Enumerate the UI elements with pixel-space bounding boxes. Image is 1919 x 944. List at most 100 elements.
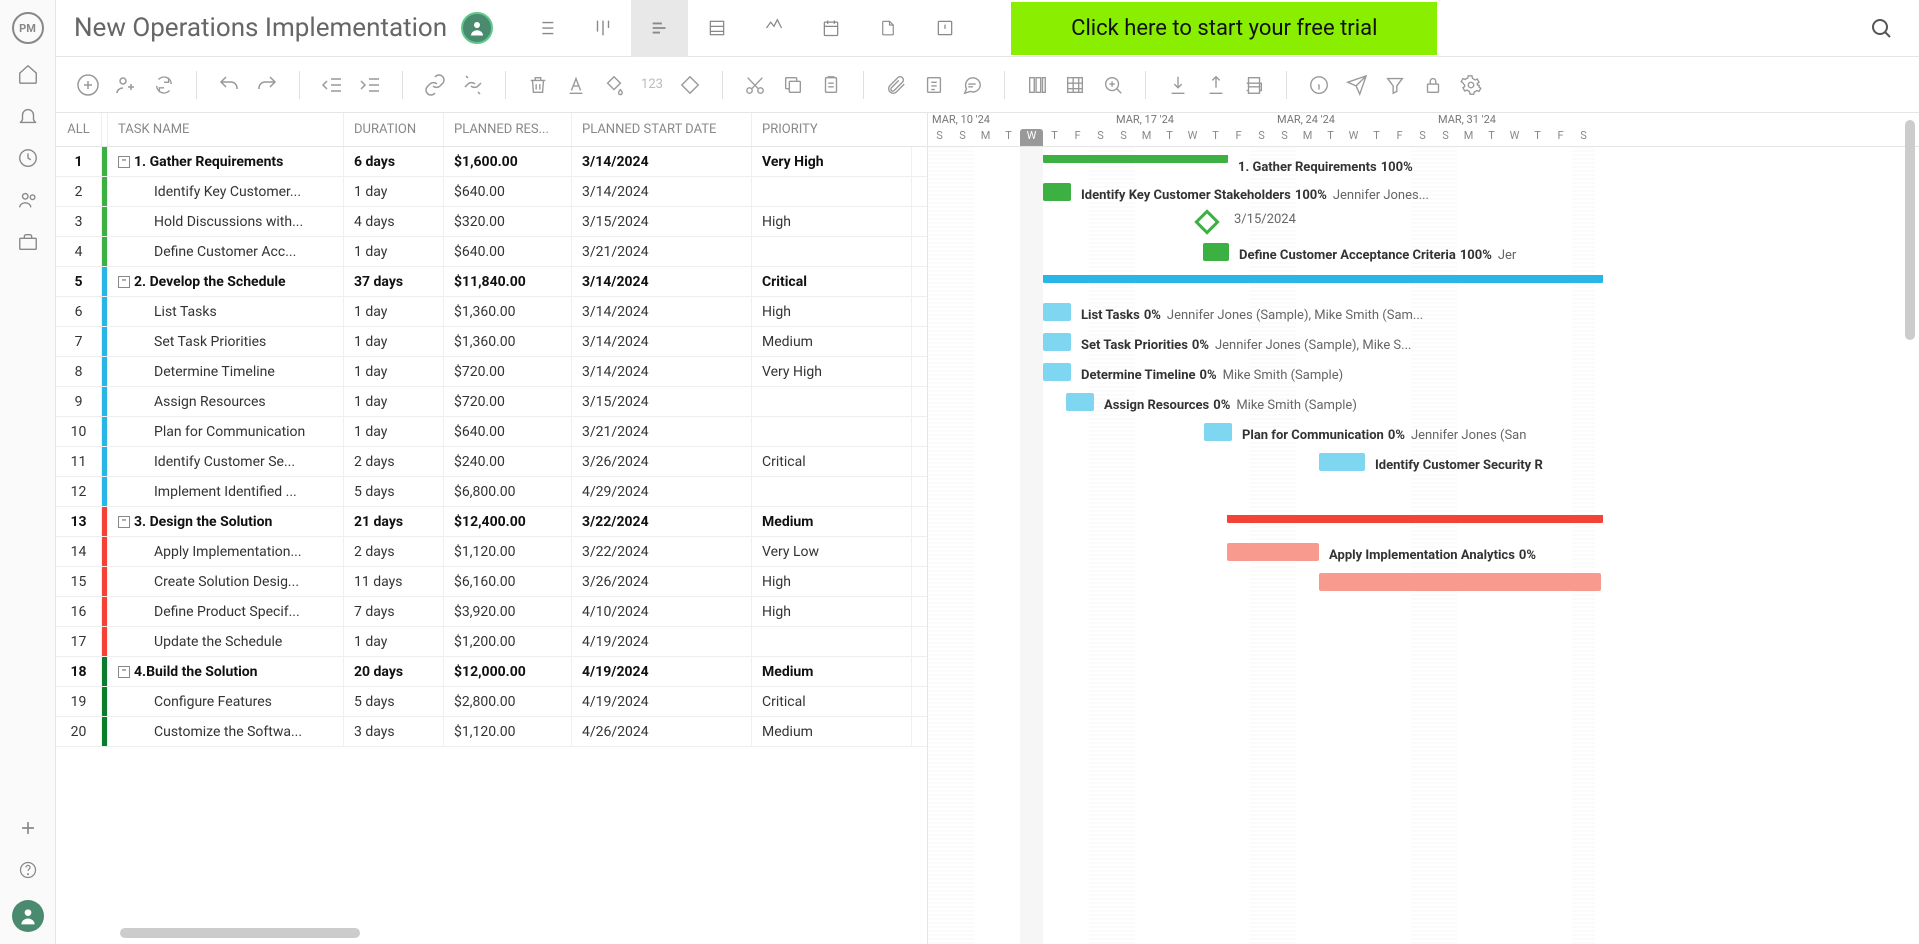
info-icon[interactable] — [1305, 71, 1333, 99]
refresh-icon[interactable] — [150, 71, 178, 99]
task-row[interactable]: 18 − 4.Build the Solution 20 days $12,00… — [56, 657, 927, 687]
paste-icon[interactable] — [817, 71, 845, 99]
task-row[interactable]: 8 Determine Timeline 1 day $720.00 3/14/… — [56, 357, 927, 387]
search-icon[interactable] — [1861, 8, 1901, 48]
task-row[interactable]: 9 Assign Resources 1 day $720.00 3/15/20… — [56, 387, 927, 417]
assign-icon[interactable] — [112, 71, 140, 99]
link-icon[interactable] — [421, 71, 449, 99]
redo-icon[interactable] — [253, 71, 281, 99]
gantt-task-bar[interactable]: Apply Implementation Analytics0% — [1227, 543, 1319, 561]
sheet-view-tab[interactable] — [688, 0, 745, 57]
gantt-task-bar[interactable]: Define Customer Acceptance Criteria100%J… — [1203, 243, 1229, 261]
toolbar: 123 — [56, 57, 1919, 113]
gantt-task-bar[interactable]: Set Task Priorities0%Jennifer Jones (Sam… — [1043, 333, 1071, 351]
milestone-icon[interactable] — [676, 71, 704, 99]
add-task-icon[interactable] — [74, 71, 102, 99]
fill-color-icon[interactable] — [600, 71, 628, 99]
task-row[interactable]: 13 − 3. Design the Solution 21 days $12,… — [56, 507, 927, 537]
home-icon[interactable] — [16, 62, 40, 86]
gantt-task-bar[interactable]: Identify Key Customer Stakeholders100%Je… — [1043, 183, 1071, 201]
delete-icon[interactable] — [524, 71, 552, 99]
task-row[interactable]: 10 Plan for Communication 1 day $640.00 … — [56, 417, 927, 447]
gantt-task-bar[interactable] — [1319, 573, 1601, 591]
task-row[interactable]: 7 Set Task Priorities 1 day $1,360.00 3/… — [56, 327, 927, 357]
task-row[interactable]: 20 Customize the Softwa... 3 days $1,120… — [56, 717, 927, 747]
gantt-task-bar[interactable]: List Tasks0%Jennifer Jones (Sample), Mik… — [1043, 303, 1071, 321]
gantt-summary-bar[interactable] — [1043, 275, 1603, 283]
copy-icon[interactable] — [779, 71, 807, 99]
cta-button[interactable]: Click here to start your free trial — [1011, 2, 1437, 55]
project-avatar[interactable] — [461, 12, 493, 44]
col-header-resources[interactable]: PLANNED RES... — [444, 113, 572, 146]
gantt-chart: MAR, 10 '24MAR, 17 '24MAR, 24 '24MAR, 31… — [928, 113, 1919, 944]
gantt-milestone[interactable] — [1194, 209, 1219, 234]
calendar-view-tab[interactable] — [802, 0, 859, 57]
export-icon[interactable] — [1202, 71, 1230, 99]
gantt-summary-bar[interactable] — [1227, 515, 1603, 523]
collapse-icon[interactable]: − — [118, 516, 130, 528]
bell-icon[interactable] — [16, 104, 40, 128]
col-header-duration[interactable]: DURATION — [344, 113, 444, 146]
gantt-task-bar[interactable]: Determine Timeline0%Mike Smith (Sample) — [1043, 363, 1071, 381]
briefcase-icon[interactable] — [16, 230, 40, 254]
help-icon[interactable] — [16, 858, 40, 882]
col-header-priority[interactable]: PRIORITY — [752, 113, 912, 146]
collapse-icon[interactable]: − — [118, 276, 130, 288]
collapse-icon[interactable]: − — [118, 156, 130, 168]
filter-icon[interactable] — [1381, 71, 1409, 99]
task-row[interactable]: 2 Identify Key Customer... 1 day $640.00… — [56, 177, 927, 207]
send-icon[interactable] — [1343, 71, 1371, 99]
columns-icon[interactable] — [1023, 71, 1051, 99]
task-row[interactable]: 1 − 1. Gather Requirements 6 days $1,600… — [56, 147, 927, 177]
grid-icon[interactable] — [1061, 71, 1089, 99]
task-row[interactable]: 17 Update the Schedule 1 day $1,200.00 4… — [56, 627, 927, 657]
col-header-all[interactable]: ALL — [56, 113, 102, 146]
print-icon[interactable] — [1240, 71, 1268, 99]
collapse-icon[interactable]: − — [118, 666, 130, 678]
people-icon[interactable] — [16, 188, 40, 212]
note-icon[interactable] — [920, 71, 948, 99]
task-row[interactable]: 19 Configure Features 5 days $2,800.00 4… — [56, 687, 927, 717]
gantt-task-bar[interactable]: Plan for Communication0%Jennifer Jones (… — [1204, 423, 1232, 441]
task-row[interactable]: 15 Create Solution Desig... 11 days $6,1… — [56, 567, 927, 597]
risk-view-tab[interactable] — [916, 0, 973, 57]
percent-icon[interactable]: 123 — [638, 71, 666, 99]
comment-icon[interactable] — [958, 71, 986, 99]
list-view-tab[interactable] — [517, 0, 574, 57]
gantt-view-tab[interactable] — [631, 0, 688, 57]
task-row[interactable]: 12 Implement Identified ... 5 days $6,80… — [56, 477, 927, 507]
text-color-icon[interactable] — [562, 71, 590, 99]
task-row[interactable]: 6 List Tasks 1 day $1,360.00 3/14/2024 H… — [56, 297, 927, 327]
undo-icon[interactable] — [215, 71, 243, 99]
zoom-icon[interactable] — [1099, 71, 1127, 99]
project-title: New Operations Implementation — [74, 13, 447, 43]
attachment-icon[interactable] — [882, 71, 910, 99]
task-row[interactable]: 5 − 2. Develop the Schedule 37 days $11,… — [56, 267, 927, 297]
file-view-tab[interactable] — [859, 0, 916, 57]
clock-icon[interactable] — [16, 146, 40, 170]
import-icon[interactable] — [1164, 71, 1192, 99]
gantt-summary-bar[interactable]: 1. Gather Requirements100% — [1043, 155, 1228, 163]
dashboard-view-tab[interactable] — [745, 0, 802, 57]
gantt-task-bar[interactable]: Assign Resources0%Mike Smith (Sample) — [1066, 393, 1094, 411]
task-row[interactable]: 11 Identify Customer Se... 2 days $240.0… — [56, 447, 927, 477]
outdent-icon[interactable] — [318, 71, 346, 99]
app-logo[interactable]: PM — [12, 12, 44, 44]
vscroll[interactable] — [1905, 120, 1915, 340]
user-avatar[interactable] — [12, 900, 44, 932]
task-row[interactable]: 4 Define Customer Acc... 1 day $640.00 3… — [56, 237, 927, 267]
unlink-icon[interactable] — [459, 71, 487, 99]
indent-icon[interactable] — [356, 71, 384, 99]
board-view-tab[interactable] — [574, 0, 631, 57]
grid-hscroll[interactable] — [120, 928, 360, 938]
settings-icon[interactable] — [1457, 71, 1485, 99]
plus-icon[interactable] — [16, 816, 40, 840]
task-row[interactable]: 16 Define Product Specif... 7 days $3,92… — [56, 597, 927, 627]
col-header-start[interactable]: PLANNED START DATE — [572, 113, 752, 146]
task-row[interactable]: 14 Apply Implementation... 2 days $1,120… — [56, 537, 927, 567]
cut-icon[interactable] — [741, 71, 769, 99]
col-header-name[interactable]: TASK NAME — [108, 113, 344, 146]
task-row[interactable]: 3 Hold Discussions with... 4 days $320.0… — [56, 207, 927, 237]
lock-icon[interactable] — [1419, 71, 1447, 99]
gantt-task-bar[interactable]: Identify Customer Security R — [1319, 453, 1365, 471]
